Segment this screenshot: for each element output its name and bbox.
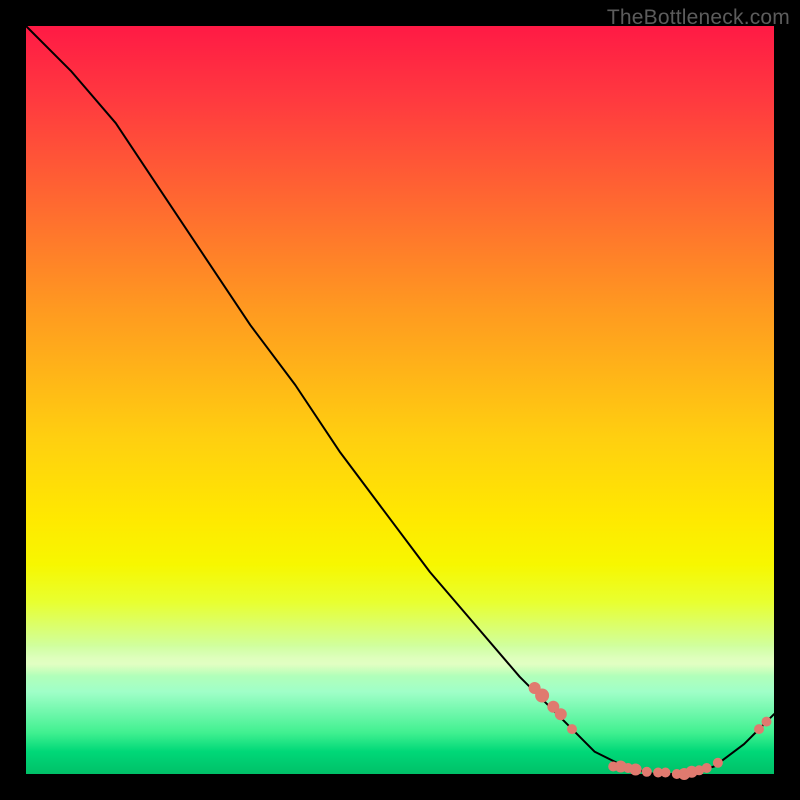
bottleneck-curve [26, 26, 774, 774]
data-point [535, 689, 549, 703]
chart-plot-area [26, 26, 774, 774]
chart-frame: TheBottleneck.com [0, 0, 800, 800]
data-point [642, 767, 652, 777]
data-point [713, 758, 723, 768]
data-point [567, 724, 577, 734]
watermark-text: TheBottleneck.com [607, 6, 790, 30]
data-point [762, 717, 772, 727]
data-point [702, 763, 712, 773]
chart-overlay [26, 26, 774, 774]
data-point [555, 708, 567, 720]
marker-group [529, 682, 772, 780]
data-point [754, 724, 764, 734]
data-point [630, 764, 642, 776]
data-point [661, 768, 671, 778]
